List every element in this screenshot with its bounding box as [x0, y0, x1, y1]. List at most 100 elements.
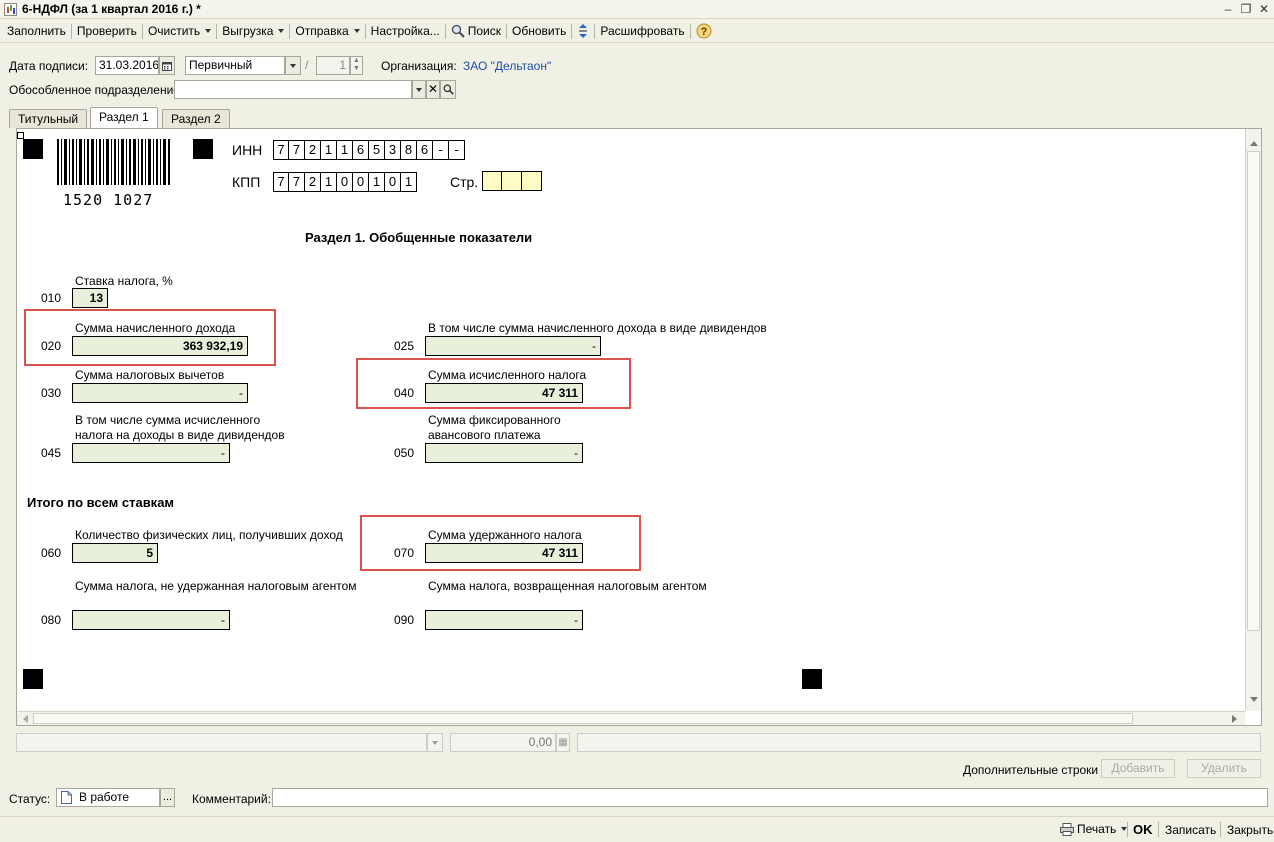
refresh-button[interactable]: Обновить	[508, 22, 570, 41]
field-045-code: 045	[41, 446, 62, 460]
settings-button[interactable]: Настройка...	[367, 22, 444, 41]
field-030-code: 030	[41, 386, 62, 400]
page-cell	[522, 171, 542, 191]
send-label: Отправка	[295, 23, 349, 38]
subdivision-dropdown-icon[interactable]	[412, 80, 426, 99]
field-070-input[interactable]: 47 311	[425, 543, 583, 563]
report-type-select[interactable]: Первичный	[185, 56, 285, 75]
sign-date-label: Дата подписи:	[9, 59, 89, 73]
calendar-icon[interactable]	[159, 56, 175, 75]
clear-button[interactable]: Очистить	[144, 22, 215, 41]
help-icon: ?	[696, 23, 712, 39]
vertical-scrollbar[interactable]	[1245, 129, 1261, 711]
kpp-cells[interactable]: 7 7 2 1 0 0 1 0 1	[273, 172, 417, 192]
toolbar-divider	[1158, 822, 1159, 837]
settings-label: Настройка...	[370, 23, 440, 38]
field-040-input[interactable]: 47 311	[425, 383, 583, 403]
comment-input[interactable]	[272, 788, 1268, 807]
subdivision-search-icon[interactable]	[440, 80, 456, 99]
calculator-icon[interactable]: ▦	[556, 733, 570, 752]
correction-number-input[interactable]: 1	[316, 56, 350, 75]
field-020-input[interactable]: 363 932,19	[72, 336, 248, 356]
kpp-cell: 0	[385, 172, 401, 192]
correction-spinner-icon[interactable]: ▲ ▼	[350, 56, 363, 75]
restore-icon[interactable]: ❐	[1237, 1, 1255, 17]
field-050-label-line2: авансового платежа	[428, 428, 541, 442]
slash-separator: /	[305, 58, 309, 72]
inn-cell: -	[433, 140, 449, 160]
close-icon[interactable]: ✕	[1255, 1, 1273, 17]
send-button[interactable]: Отправка	[291, 22, 363, 41]
field-045-input[interactable]: -	[72, 443, 230, 463]
inn-cells[interactable]: 7 7 2 1 1 6 5 3 8 6 - -	[273, 140, 465, 160]
page-cells[interactable]	[482, 171, 542, 191]
kpp-cell: 0	[353, 172, 369, 192]
fill-button[interactable]: Заполнить	[3, 22, 70, 41]
search-button[interactable]: Поиск	[447, 22, 505, 41]
kpp-cell: 1	[321, 172, 337, 192]
tab-title-page[interactable]: Титульный	[9, 109, 88, 128]
scroll-down-icon[interactable]	[1250, 697, 1258, 702]
toolbar-divider	[1127, 822, 1128, 837]
status-select-button[interactable]: ...	[160, 788, 175, 807]
clear-x-icon[interactable]: ✕	[426, 80, 440, 99]
scroll-up-icon[interactable]	[1250, 141, 1258, 146]
field-010-input[interactable]: 13	[72, 288, 108, 308]
scroll-thumb[interactable]	[33, 713, 1133, 724]
field-010-code: 010	[41, 291, 62, 305]
export-button[interactable]: Выгрузка	[218, 22, 288, 41]
scroll-right-icon[interactable]	[1232, 715, 1237, 723]
field-080-label: Сумма налога, не удержанная налоговым аг…	[75, 579, 357, 593]
field-050-label-line1: Сумма фиксированного	[428, 413, 561, 427]
close-button[interactable]: Закрыть	[1227, 823, 1273, 837]
field-090-code: 090	[394, 613, 415, 627]
field-080-input[interactable]: -	[72, 610, 230, 630]
move-updown-button[interactable]	[573, 22, 593, 41]
toolbar-divider	[444, 23, 446, 39]
subdivision-input[interactable]	[174, 80, 412, 99]
print-label: Печать	[1077, 822, 1117, 836]
print-button[interactable]: Печать	[1060, 822, 1128, 836]
dropdown-arrow-icon	[278, 29, 285, 33]
organization-link[interactable]: ЗАО "Дельтаон"	[463, 59, 551, 73]
field-025-input[interactable]: -	[425, 336, 601, 356]
dropdown-arrow-icon	[353, 29, 360, 33]
field-090-input[interactable]: -	[425, 610, 583, 630]
horizontal-scrollbar[interactable]	[17, 711, 1245, 725]
status-label: Статус:	[9, 792, 51, 806]
barcode-number: 1520 1027	[63, 191, 154, 209]
amount-input[interactable]: 0,00	[450, 733, 556, 752]
sign-date-input[interactable]: 31.03.2016	[95, 56, 159, 75]
lower-select-dropdown-icon[interactable]	[427, 733, 443, 752]
refresh-label: Обновить	[512, 23, 567, 38]
scroll-left-icon[interactable]	[23, 715, 28, 723]
inn-label: ИНН	[232, 142, 263, 158]
field-060-input[interactable]: 5	[72, 543, 158, 563]
tab-section-1[interactable]: Раздел 1	[90, 107, 158, 128]
corner-handle	[17, 132, 24, 139]
toolbar-divider	[571, 23, 573, 39]
field-025-label: В том числе сумма начисленного дохода в …	[428, 321, 767, 335]
ok-button[interactable]: OK	[1133, 822, 1153, 837]
page-cell	[502, 171, 522, 191]
delete-row-button[interactable]: Удалить	[1187, 759, 1261, 778]
field-020-code: 020	[41, 339, 62, 353]
inn-cell: 6	[417, 140, 433, 160]
report-type-dropdown-icon[interactable]	[285, 56, 301, 75]
add-row-button[interactable]: Добавить	[1101, 759, 1175, 778]
toolbar-divider	[689, 23, 691, 39]
save-button[interactable]: Записать	[1165, 823, 1216, 837]
kpp-cell: 7	[273, 172, 289, 192]
check-button[interactable]: Проверить	[73, 22, 141, 41]
inn-cell: 5	[369, 140, 385, 160]
barcode-image	[57, 139, 170, 185]
scroll-thumb[interactable]	[1247, 151, 1260, 631]
decode-button[interactable]: Расшифровать	[596, 22, 688, 41]
minimize-icon[interactable]: –	[1219, 1, 1237, 17]
help-button[interactable]: ?	[692, 22, 716, 41]
lower-select[interactable]	[16, 733, 427, 752]
field-030-input[interactable]: -	[72, 383, 248, 403]
field-050-input[interactable]: -	[425, 443, 583, 463]
tab-section-2[interactable]: Раздел 2	[162, 109, 230, 128]
lower-text-input[interactable]	[577, 733, 1261, 752]
